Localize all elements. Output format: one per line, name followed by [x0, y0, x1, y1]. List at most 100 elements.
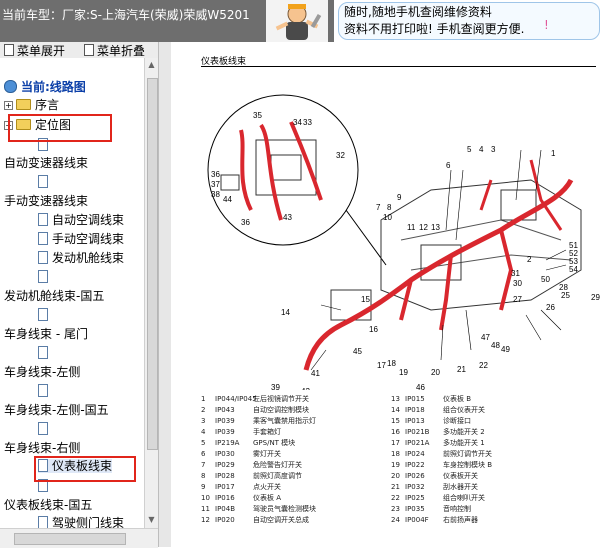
- tree-item-dashboard-harness-cn5[interactable]: 仪表板线束-国五: [4, 498, 92, 512]
- legend-row: 15 IP013 诊断接口: [391, 417, 471, 425]
- tree-item-manual-ac-harness[interactable]: 手动空调线束: [38, 232, 124, 246]
- promo-banner[interactable]: 随时,随地手机查阅维修资料 资料不用打印啦! 手机查阅更方便. !: [334, 0, 604, 43]
- inset-label: 32: [336, 151, 345, 160]
- legend-row: 2 IP043 自动空调控制模块: [201, 406, 309, 414]
- inset-label: 36: [241, 218, 250, 227]
- part-label: 29: [591, 293, 600, 302]
- part-label: 27: [513, 295, 522, 304]
- part-label: 56: [433, 389, 442, 390]
- part-label: 46: [416, 383, 425, 390]
- legend-row: 17 IP021A 多功能开关 1: [391, 439, 485, 447]
- document-icon: [38, 232, 48, 245]
- window-title: 当前车型：厂家:S-上海汽车(荣威)荣威W5201: [2, 8, 250, 22]
- tree-item-engine-bay-harness-cn5[interactable]: 发动机舱线束-国五: [4, 289, 104, 303]
- part-label: 42: [301, 387, 310, 390]
- part-label: 50: [541, 275, 550, 284]
- part-label: 3: [491, 145, 496, 154]
- part-label: 15: [361, 295, 370, 304]
- promo-line-2: 资料不用打印啦! 手机查阅更方便.: [344, 22, 525, 36]
- inset-label: 43: [283, 213, 292, 222]
- legend-row: 18 IP024 前照灯调节开关: [391, 450, 492, 458]
- tree-item-doc[interactable]: [38, 270, 52, 284]
- part-label: 48: [491, 341, 500, 350]
- legend-row: 4 IP039 手套箱灯: [201, 428, 281, 436]
- collapse-menu-button[interactable]: 菜单折叠: [84, 42, 145, 59]
- tree-toolbar: 菜单展开 菜单折叠: [0, 42, 160, 59]
- part-label: 12: [419, 223, 428, 232]
- document-icon: [38, 213, 48, 226]
- part-label: 25: [561, 291, 570, 300]
- tree-vertical-scrollbar[interactable]: ▲ ▼: [144, 58, 159, 528]
- legend-row: 9 IP017 点火开关: [201, 483, 281, 491]
- inset-label: 38: [211, 190, 220, 199]
- scroll-thumb[interactable]: [147, 78, 158, 450]
- inset-label: 33: [303, 118, 312, 127]
- part-label: 5: [467, 145, 472, 154]
- part-label: 26: [546, 303, 555, 312]
- document-icon: [38, 251, 48, 264]
- tree-item-body-harness-tailgate[interactable]: 车身线束 - 尾门: [4, 327, 88, 341]
- legend-row: 1 IP044/IP045左后视镜调节开关: [201, 395, 309, 403]
- highlight-location-map: [8, 114, 112, 142]
- tree-item-doc[interactable]: [38, 175, 52, 189]
- legend-row: 13 IP015 仪表板 B: [391, 395, 472, 403]
- legend-row: 20 IP026 仪表板开关: [391, 472, 478, 480]
- tree-item-auto-ac-harness[interactable]: 自动空调线束: [38, 213, 124, 227]
- inset-label: 44: [223, 195, 232, 204]
- pane-splitter[interactable]: [158, 42, 172, 547]
- expand-icon: [4, 44, 14, 56]
- part-label: 1: [551, 149, 556, 158]
- inset-label: 36: [211, 170, 220, 179]
- tree-item-doc[interactable]: [38, 346, 52, 360]
- part-label: 11: [407, 223, 416, 232]
- tree-item-driver-door-harness[interactable]: 驾驶侧门线束: [38, 516, 124, 528]
- tree-item-manual-trans-harness[interactable]: 手动变速器线束: [4, 194, 88, 208]
- part-label: 21: [457, 365, 466, 374]
- legend-row: 12 IP020 自动空调开关总成: [201, 516, 309, 524]
- scroll-up-icon[interactable]: ▲: [147, 60, 156, 70]
- part-label: 45: [353, 347, 362, 356]
- document-icon: [38, 384, 48, 397]
- part-label: 30: [513, 279, 522, 288]
- hscroll-thumb[interactable]: [14, 533, 126, 545]
- tree-item-doc[interactable]: [38, 422, 52, 436]
- inset-label: 34: [293, 118, 302, 127]
- expand-menu-button[interactable]: 菜单展开: [4, 42, 65, 59]
- tree-item-doc[interactable]: [38, 308, 52, 322]
- globe-icon: [4, 80, 17, 93]
- tree-root[interactable]: 当前:线路图: [4, 80, 86, 94]
- tree-horizontal-scrollbar[interactable]: [0, 528, 158, 548]
- legend-row: 5 IP219A GPS/NT 模块: [201, 439, 296, 447]
- part-label: 8: [387, 203, 392, 212]
- part-label: 19: [399, 368, 408, 377]
- navigation-tree: 当前:线路图 + 序言 − 定位图 自动变速器线束 手动变速器线束 自动空调线束 手…: [0, 58, 144, 528]
- tree-item-body-harness-right[interactable]: 车身线束-右侧: [4, 441, 80, 455]
- tree-item-auto-trans-harness[interactable]: 自动变速器线束: [4, 156, 88, 170]
- expand-plus-icon: +: [4, 101, 13, 110]
- part-label: 7: [376, 203, 381, 212]
- legend-right: 13 IP015 仪表板 B 14 IP018 组合仪表开关 15 IP013 诊断接口 1…: [391, 394, 492, 526]
- heading-rule: [201, 66, 596, 67]
- collapse-icon: [84, 44, 94, 56]
- tree-item-body-harness-left[interactable]: 车身线束-左侧: [4, 365, 80, 379]
- part-label: 16: [369, 325, 378, 334]
- part-label: 54: [569, 265, 578, 274]
- scroll-down-icon[interactable]: ▼: [147, 515, 156, 525]
- tree-item-preface[interactable]: + 序言: [4, 98, 59, 112]
- legend-row: 16 IP021B 多功能开关 2: [391, 428, 485, 436]
- tree-item-engine-bay-harness[interactable]: 发动机舱线束: [38, 251, 124, 265]
- document-icon: [38, 516, 48, 528]
- part-label: 4: [479, 145, 484, 154]
- highlight-dashboard-harness: [34, 456, 136, 482]
- part-label: 41: [311, 369, 320, 378]
- part-label: 2: [527, 255, 532, 264]
- part-label: 18: [387, 359, 396, 368]
- legend-row: 22 IP025 组合喇叭开关: [391, 494, 485, 502]
- tree-item-body-harness-left-cn5[interactable]: 车身线束-左侧-国五: [4, 403, 109, 417]
- part-label: 17: [377, 361, 386, 370]
- part-label: 49: [501, 345, 510, 354]
- document-viewer: 仪表板线束 35 34 33 32 36 37 38 43 44 36 5 4 …: [171, 42, 604, 547]
- legend-row: 14 IP018 组合仪表开关: [391, 406, 485, 414]
- part-label: 31: [511, 269, 520, 278]
- tree-item-doc[interactable]: [38, 384, 52, 398]
